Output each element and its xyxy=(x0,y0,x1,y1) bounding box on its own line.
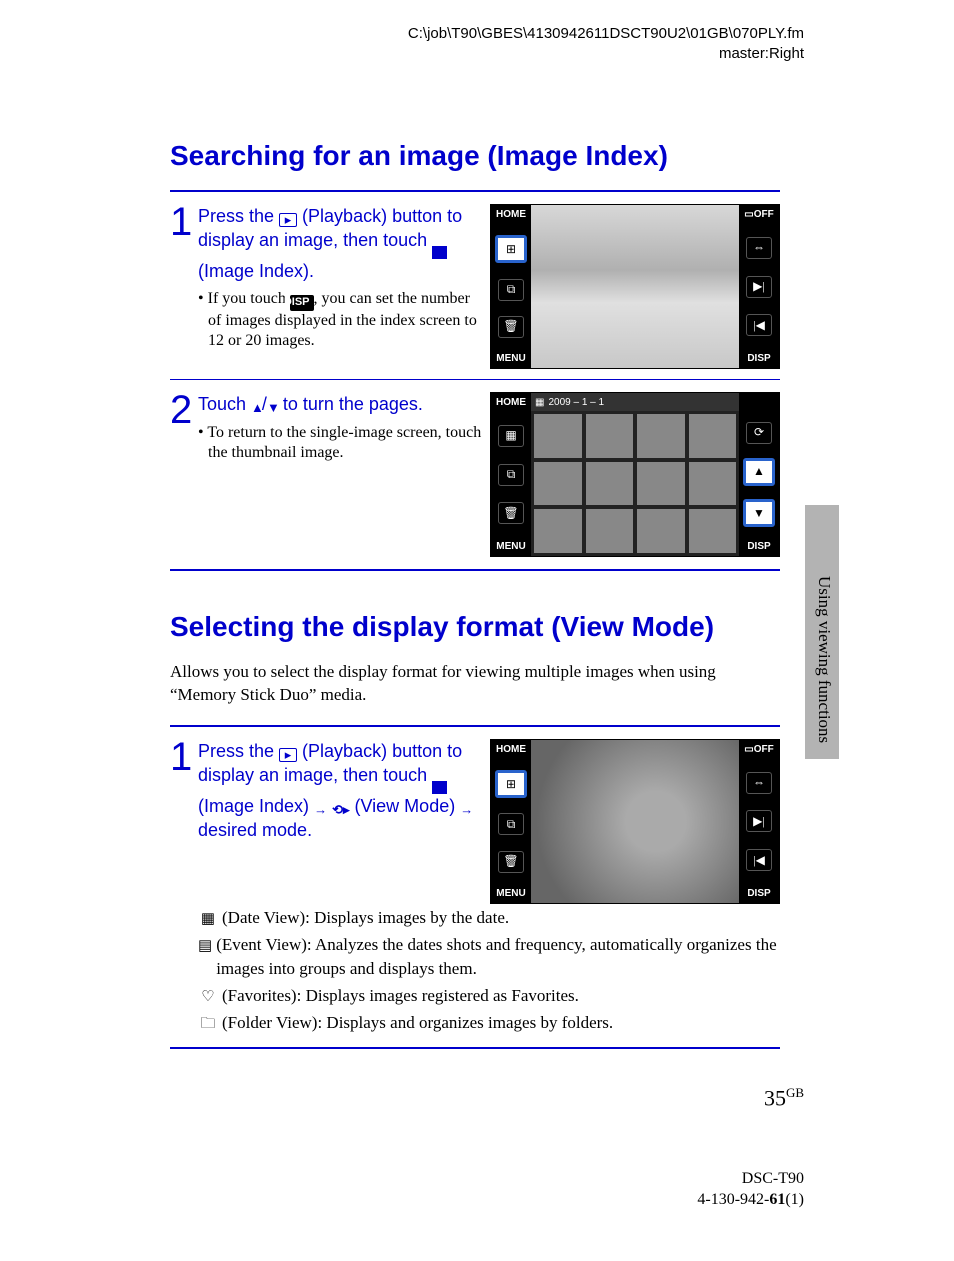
footer: DSC-T90 4-130-942-61(1) xyxy=(697,1169,804,1211)
step-number-1: 1 xyxy=(170,739,198,775)
screen-home-label: HOME xyxy=(496,744,526,755)
event-view-icon: ▤ xyxy=(198,936,212,958)
thumbnail xyxy=(585,461,635,507)
date-view-icon: ▦ xyxy=(198,909,218,931)
prev-icon: |◀ xyxy=(746,314,772,336)
prev-icon: |◀ xyxy=(746,849,772,871)
delete-icon: 🗑 xyxy=(498,851,524,873)
screen-menu-label: MENU xyxy=(496,541,525,552)
arrow-right-icon: → xyxy=(460,801,473,819)
screen-home-label: HOME xyxy=(496,209,526,220)
screen3: HOME ⊞ ⧉ 🗑 MENU ▭OFF ⇔ ▶| |◀ DISP xyxy=(490,739,780,904)
footer-model: DSC-T90 xyxy=(697,1169,804,1190)
mode-event: ▤ (Event View): Analyzes the dates shots… xyxy=(198,933,780,982)
screen1: HOME ⊞ ⧉ 🗑 MENU ▭OFF ⇔ ▶| |◀ DISP xyxy=(490,204,780,369)
favorites-icon: ♡ xyxy=(198,987,218,1009)
arrow-right-icon: → xyxy=(314,801,327,819)
divider xyxy=(170,569,780,571)
screen-disp-label: DISP xyxy=(747,541,770,552)
screen-menu-label: MENU xyxy=(496,353,525,364)
thumbnail xyxy=(585,413,635,459)
mode-date: ▦ (Date View): Displays images by the da… xyxy=(198,906,780,931)
page-down-icon: ▼ xyxy=(743,499,775,527)
thumbnail xyxy=(636,508,686,554)
slideshow-icon: ⧉ xyxy=(498,813,524,835)
page-down-inline-icon: ▼ xyxy=(267,399,278,417)
divider xyxy=(170,725,780,727)
page-number: 35GB xyxy=(764,1085,804,1111)
view-mode-inline-icon: ⟲▸ xyxy=(332,801,349,819)
divider xyxy=(170,379,780,380)
thumbnail xyxy=(533,413,583,459)
next-icon: ▶| xyxy=(746,276,772,298)
section1-step1: 1 HOME ⊞ ⧉ 🗑 MENU ▭OFF ⇔ ▶| xyxy=(170,198,780,373)
playback-photo xyxy=(531,740,739,903)
image-index-icon: ⊞ xyxy=(495,235,527,263)
screen-home-label: HOME xyxy=(496,397,526,408)
mode-folder: 🗀 (Folder View): Displays and organizes … xyxy=(198,1011,780,1036)
file-path: C:\job\T90\GBES\4130942611DSCT90U2\01GB\… xyxy=(408,24,804,44)
index-grid: ▦ 2009 – 1 – 1 xyxy=(531,393,739,556)
section-tab-label: Using viewing functions xyxy=(814,576,834,743)
screen-menu-label: MENU xyxy=(496,888,525,899)
calendar-icon: ▦ xyxy=(498,425,524,447)
thumbnail xyxy=(533,508,583,554)
playback-photo xyxy=(531,205,739,368)
screen-disp-label: DISP xyxy=(747,353,770,364)
delete-icon: 🗑 xyxy=(498,316,524,338)
image-index-icon: ⊞ xyxy=(495,770,527,798)
playback-icon: ▸ xyxy=(279,213,297,227)
thumbnail xyxy=(688,413,738,459)
zoom-icon: ⇔ xyxy=(746,237,772,259)
slideshow-icon: ⧉ xyxy=(498,464,524,486)
file-path-header: C:\job\T90\GBES\4130942611DSCT90U2\01GB\… xyxy=(408,24,804,63)
footer-docnum: 4-130-942-61(1) xyxy=(697,1190,804,1211)
page-content: Searching for an image (Image Index) 1 H… xyxy=(170,140,780,1055)
mode-favorites: ♡ (Favorites): Displays images registere… xyxy=(198,984,780,1009)
image-index-inline-icon xyxy=(432,781,447,794)
screen-off-label: ▭OFF xyxy=(744,744,773,755)
section2-title: Selecting the display format (View Mode) xyxy=(170,611,780,643)
step-number-1: 1 xyxy=(170,204,198,240)
section2-step1: 1 HOME ⊞ ⧉ 🗑 MENU ▭OFF ⇔ ▶| xyxy=(170,733,780,1040)
page-up-inline-icon: ▲ xyxy=(251,399,262,417)
delete-icon: 🗑 xyxy=(498,502,524,524)
page-up-icon: ▲ xyxy=(743,458,775,486)
step-number-2: 2 xyxy=(170,392,198,428)
master-label: master:Right xyxy=(408,44,804,64)
thumbnail xyxy=(688,508,738,554)
section2-intro: Allows you to select the display format … xyxy=(170,661,780,707)
thumbnail xyxy=(636,461,686,507)
spacer xyxy=(758,397,761,408)
divider xyxy=(170,190,780,192)
slideshow-icon: ⧉ xyxy=(498,279,524,301)
thumbnail xyxy=(636,413,686,459)
image-index-inline-icon xyxy=(432,246,447,259)
view-mode-icon: ⟳ xyxy=(746,422,772,444)
disp-button-icon: DISP xyxy=(290,295,314,311)
next-icon: ▶| xyxy=(746,810,772,832)
thumbnail xyxy=(585,508,635,554)
zoom-icon: ⇔ xyxy=(746,772,772,794)
screen-disp-label: DISP xyxy=(747,888,770,899)
section1-step2: 2 HOME ▦ ⧉ 🗑 MENU ▦ 2009 – 1 – 1 xyxy=(170,386,780,561)
screen2: HOME ▦ ⧉ 🗑 MENU ▦ 2009 – 1 – 1 xyxy=(490,392,780,557)
thumbnail xyxy=(688,461,738,507)
date-bar: ▦ 2009 – 1 – 1 xyxy=(531,393,739,411)
screen-off-label: ▭OFF xyxy=(744,209,773,220)
divider xyxy=(170,1047,780,1049)
folder-view-icon: 🗀 xyxy=(198,1014,218,1036)
playback-icon: ▸ xyxy=(279,748,297,762)
thumbnail xyxy=(533,461,583,507)
section1-title: Searching for an image (Image Index) xyxy=(170,140,780,172)
